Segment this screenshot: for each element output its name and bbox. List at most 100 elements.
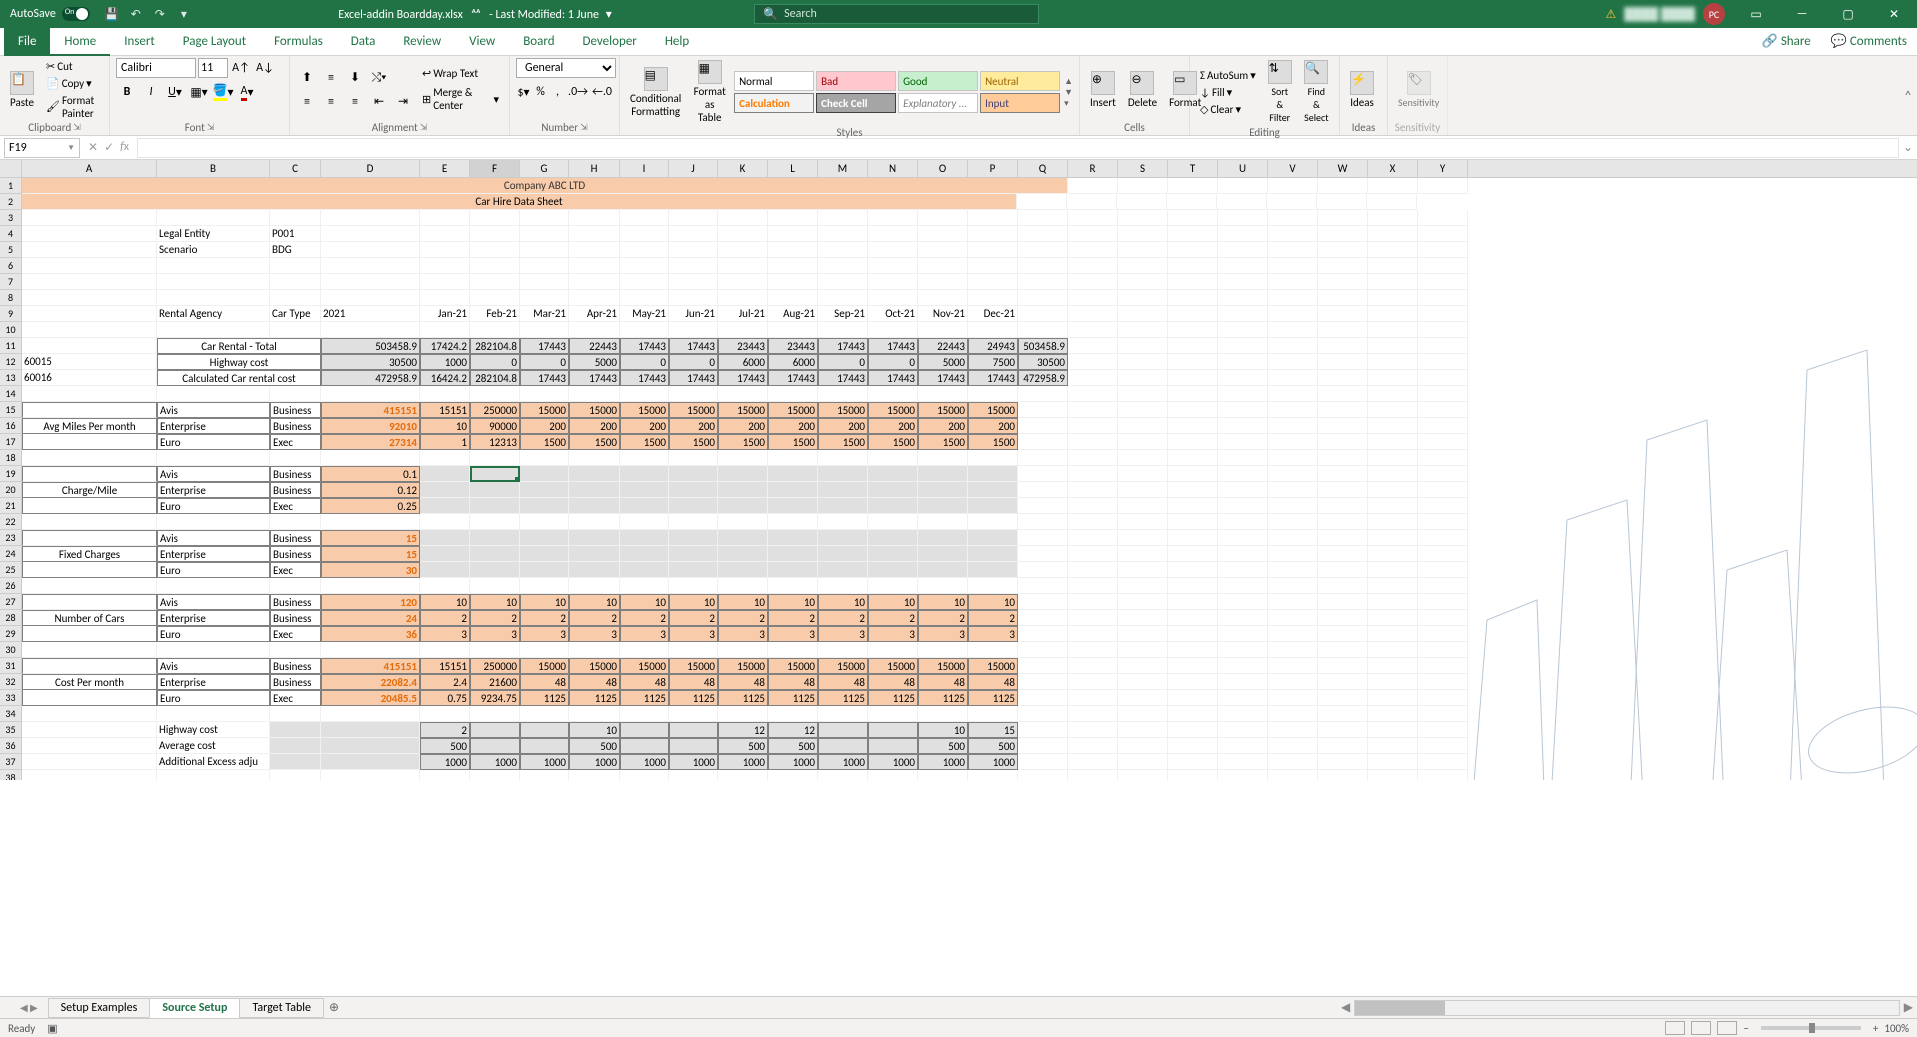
col-header-H[interactable]: H bbox=[569, 160, 620, 177]
row-header-37[interactable]: 37 bbox=[0, 754, 22, 770]
col-header-J[interactable]: J bbox=[669, 160, 718, 177]
row-header-27[interactable]: 27 bbox=[0, 594, 22, 610]
insert-cells-button[interactable]: ⊕Insert bbox=[1086, 69, 1120, 111]
conditional-formatting-button[interactable]: ▤Conditional Formatting bbox=[626, 65, 685, 120]
sheet-nav-icons[interactable]: ◀ ▶ bbox=[20, 1001, 38, 1014]
number-format-select[interactable]: General bbox=[516, 58, 616, 78]
col-header-Y[interactable]: Y bbox=[1418, 160, 1468, 177]
style-calculation[interactable]: Calculation bbox=[734, 93, 814, 113]
comma-icon[interactable]: , bbox=[550, 82, 565, 102]
inc-decimal-icon[interactable]: .0→ bbox=[567, 82, 589, 102]
tab-formulas[interactable]: Formulas bbox=[260, 28, 337, 56]
col-header-G[interactable]: G bbox=[520, 160, 569, 177]
row-header-26[interactable]: 26 bbox=[0, 578, 22, 594]
row-header-23[interactable]: 23 bbox=[0, 530, 22, 546]
row-header-14[interactable]: 14 bbox=[0, 386, 22, 402]
ideas-button[interactable]: ⚡Ideas bbox=[1346, 69, 1378, 111]
delete-cells-button[interactable]: ⊖Delete bbox=[1124, 69, 1161, 111]
font-name-select[interactable] bbox=[116, 58, 196, 78]
close-icon[interactable]: ✕ bbox=[1871, 0, 1917, 28]
col-header-P[interactable]: P bbox=[968, 160, 1018, 177]
qat-dropdown-icon[interactable]: ▾ bbox=[174, 4, 194, 24]
styles-down-icon[interactable]: ▼ bbox=[1064, 87, 1073, 98]
search-box[interactable]: 🔍 Search bbox=[754, 4, 1039, 24]
row-header-10[interactable]: 10 bbox=[0, 322, 22, 338]
style-normal[interactable]: Normal bbox=[734, 71, 814, 91]
expand-formula-icon[interactable]: ⌄ bbox=[1899, 140, 1917, 155]
italic-button[interactable]: I bbox=[140, 82, 162, 102]
macro-record-icon[interactable]: ▣ bbox=[47, 1022, 57, 1035]
col-header-N[interactable]: N bbox=[868, 160, 918, 177]
tab-home[interactable]: Home bbox=[50, 28, 110, 56]
row-header-28[interactable]: 28 bbox=[0, 610, 22, 626]
row-header-24[interactable]: 24 bbox=[0, 546, 22, 562]
style-input[interactable]: Input bbox=[980, 93, 1060, 113]
view-page-layout-icon[interactable] bbox=[1691, 1021, 1711, 1035]
format-painter-button[interactable]: 🖌Format Painter bbox=[42, 93, 103, 121]
save-icon[interactable]: 💾 bbox=[102, 4, 122, 24]
spreadsheet-grid[interactable]: ABCDEFGHIJKLMNOPQRSTUVWXY 1Company ABC L… bbox=[0, 160, 1917, 780]
add-sheet-button[interactable]: ⊕ bbox=[323, 997, 345, 1019]
col-header-V[interactable]: V bbox=[1268, 160, 1318, 177]
autosave-toggle[interactable]: AutoSave On bbox=[0, 7, 100, 21]
row-header-29[interactable]: 29 bbox=[0, 626, 22, 642]
name-box[interactable]: F19▼ bbox=[4, 138, 80, 158]
col-header-W[interactable]: W bbox=[1318, 160, 1368, 177]
accounting-icon[interactable]: $▾ bbox=[516, 82, 531, 102]
style-neutral[interactable]: Neutral bbox=[980, 71, 1060, 91]
row-header-12[interactable]: 12 bbox=[0, 354, 22, 370]
sheet-tab-setup-examples[interactable]: Setup Examples bbox=[48, 998, 151, 1018]
col-header-M[interactable]: M bbox=[818, 160, 868, 177]
style-explanatory[interactable]: Explanatory ... bbox=[898, 93, 978, 113]
row-header-4[interactable]: 4 bbox=[0, 226, 22, 242]
font-color-button[interactable]: A▾ bbox=[236, 82, 258, 102]
tab-page-layout[interactable]: Page Layout bbox=[169, 28, 260, 56]
enter-formula-icon[interactable]: ✓ bbox=[104, 140, 114, 155]
tab-data[interactable]: Data bbox=[337, 28, 390, 56]
tab-file[interactable]: File bbox=[4, 28, 50, 56]
share-button[interactable]: 🔗 Share bbox=[1752, 34, 1821, 49]
comments-button[interactable]: 💬 Comments bbox=[1821, 34, 1917, 49]
row-header-35[interactable]: 35 bbox=[0, 722, 22, 738]
bold-button[interactable]: B bbox=[116, 82, 138, 102]
tab-board[interactable]: Board bbox=[509, 28, 568, 56]
paste-button[interactable]: 📋Paste bbox=[6, 69, 38, 111]
dec-decimal-icon[interactable]: ←.0 bbox=[591, 82, 613, 102]
col-header-U[interactable]: U bbox=[1218, 160, 1268, 177]
wrap-text-button[interactable]: ↩Wrap Text bbox=[418, 66, 503, 81]
shrink-font-icon[interactable]: A↓ bbox=[254, 58, 276, 78]
font-size-select[interactable] bbox=[198, 58, 228, 78]
row-header-9[interactable]: 9 bbox=[0, 306, 22, 322]
style-good[interactable]: Good bbox=[898, 71, 978, 91]
selected-cell[interactable] bbox=[470, 466, 520, 482]
row-header-11[interactable]: 11 bbox=[0, 338, 22, 354]
row-header-5[interactable]: 5 bbox=[0, 242, 22, 258]
autosum-button[interactable]: Σ AutoSum ▾ bbox=[1196, 68, 1260, 83]
row-header-19[interactable]: 19 bbox=[0, 466, 22, 482]
sheet-tab-target-table[interactable]: Target Table bbox=[239, 998, 324, 1018]
col-header-A[interactable]: A bbox=[22, 160, 157, 177]
undo-icon[interactable]: ↶ bbox=[126, 4, 146, 24]
row-header-1[interactable]: 1 bbox=[0, 178, 22, 194]
row-header-2[interactable]: 2 bbox=[0, 194, 22, 210]
align-bottom-icon[interactable]: ⬇ bbox=[344, 68, 366, 88]
clipboard-launcher[interactable]: ⇲ bbox=[73, 122, 81, 133]
col-header-E[interactable]: E bbox=[420, 160, 470, 177]
align-top-icon[interactable]: ⬆ bbox=[296, 68, 318, 88]
sort-filter-button[interactable]: ⇅Sort & Filter bbox=[1264, 58, 1296, 126]
col-header-C[interactable]: C bbox=[270, 160, 321, 177]
col-header-T[interactable]: T bbox=[1168, 160, 1218, 177]
underline-button[interactable]: U▾ bbox=[164, 82, 186, 102]
alignment-launcher[interactable]: ⇲ bbox=[420, 122, 428, 133]
tab-view[interactable]: View bbox=[455, 28, 509, 56]
row-header-22[interactable]: 22 bbox=[0, 514, 22, 530]
fill-button[interactable]: ↓ Fill ▾ bbox=[1196, 85, 1260, 100]
borders-button[interactable]: ▦▾ bbox=[188, 82, 210, 102]
zoom-out-icon[interactable]: − bbox=[1743, 1022, 1748, 1035]
col-header-R[interactable]: R bbox=[1068, 160, 1118, 177]
align-left-icon[interactable]: ≡ bbox=[296, 92, 318, 112]
row-header-21[interactable]: 21 bbox=[0, 498, 22, 514]
row-header-20[interactable]: 20 bbox=[0, 482, 22, 498]
row-header-13[interactable]: 13 bbox=[0, 370, 22, 386]
zoom-in-icon[interactable]: + bbox=[1873, 1022, 1878, 1035]
